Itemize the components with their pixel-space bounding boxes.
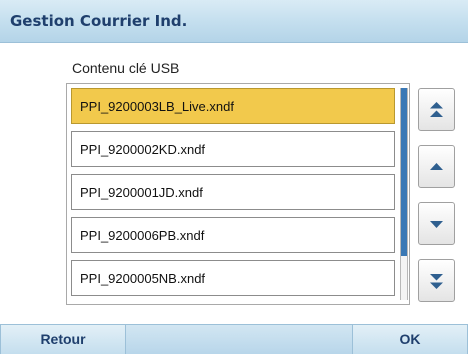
title-bar: Gestion Courrier Ind. xyxy=(0,0,468,43)
scroll-down-button[interactable] xyxy=(418,202,455,245)
file-list: PPI_9200003LB_Live.xndf PPI_9200002KD.xn… xyxy=(71,88,397,303)
double-chevron-up-icon xyxy=(430,102,443,117)
section-label: Contenu clé USB xyxy=(72,60,180,76)
chevron-down-icon xyxy=(430,221,443,228)
ok-button[interactable]: OK xyxy=(352,325,468,354)
chevron-up-icon xyxy=(430,163,443,170)
file-item[interactable]: PPI_9200003LB_Live.xndf xyxy=(71,88,395,124)
scroll-up-button[interactable] xyxy=(418,145,455,188)
file-item[interactable]: PPI_9200002KD.xndf xyxy=(71,131,395,167)
scroll-bottom-button[interactable] xyxy=(418,259,455,302)
file-item[interactable]: PPI_9200006PB.xndf xyxy=(71,217,395,253)
scrollbar[interactable] xyxy=(400,88,408,300)
usb-file-dialog: Gestion Courrier Ind. Contenu clé USB PP… xyxy=(0,0,468,354)
file-item[interactable]: PPI_9200001JD.xndf xyxy=(71,174,395,210)
page-title: Gestion Courrier Ind. xyxy=(10,12,188,30)
scrollbar-thumb[interactable] xyxy=(401,88,407,256)
back-button[interactable]: Retour xyxy=(0,325,126,354)
scroll-top-button[interactable] xyxy=(418,88,455,131)
bottom-action-bar: Retour OK xyxy=(0,324,468,354)
file-item[interactable]: PPI_9200005NB.xndf xyxy=(71,260,395,296)
double-chevron-down-icon xyxy=(430,274,443,289)
file-list-panel: PPI_9200003LB_Live.xndf PPI_9200002KD.xn… xyxy=(66,83,410,305)
